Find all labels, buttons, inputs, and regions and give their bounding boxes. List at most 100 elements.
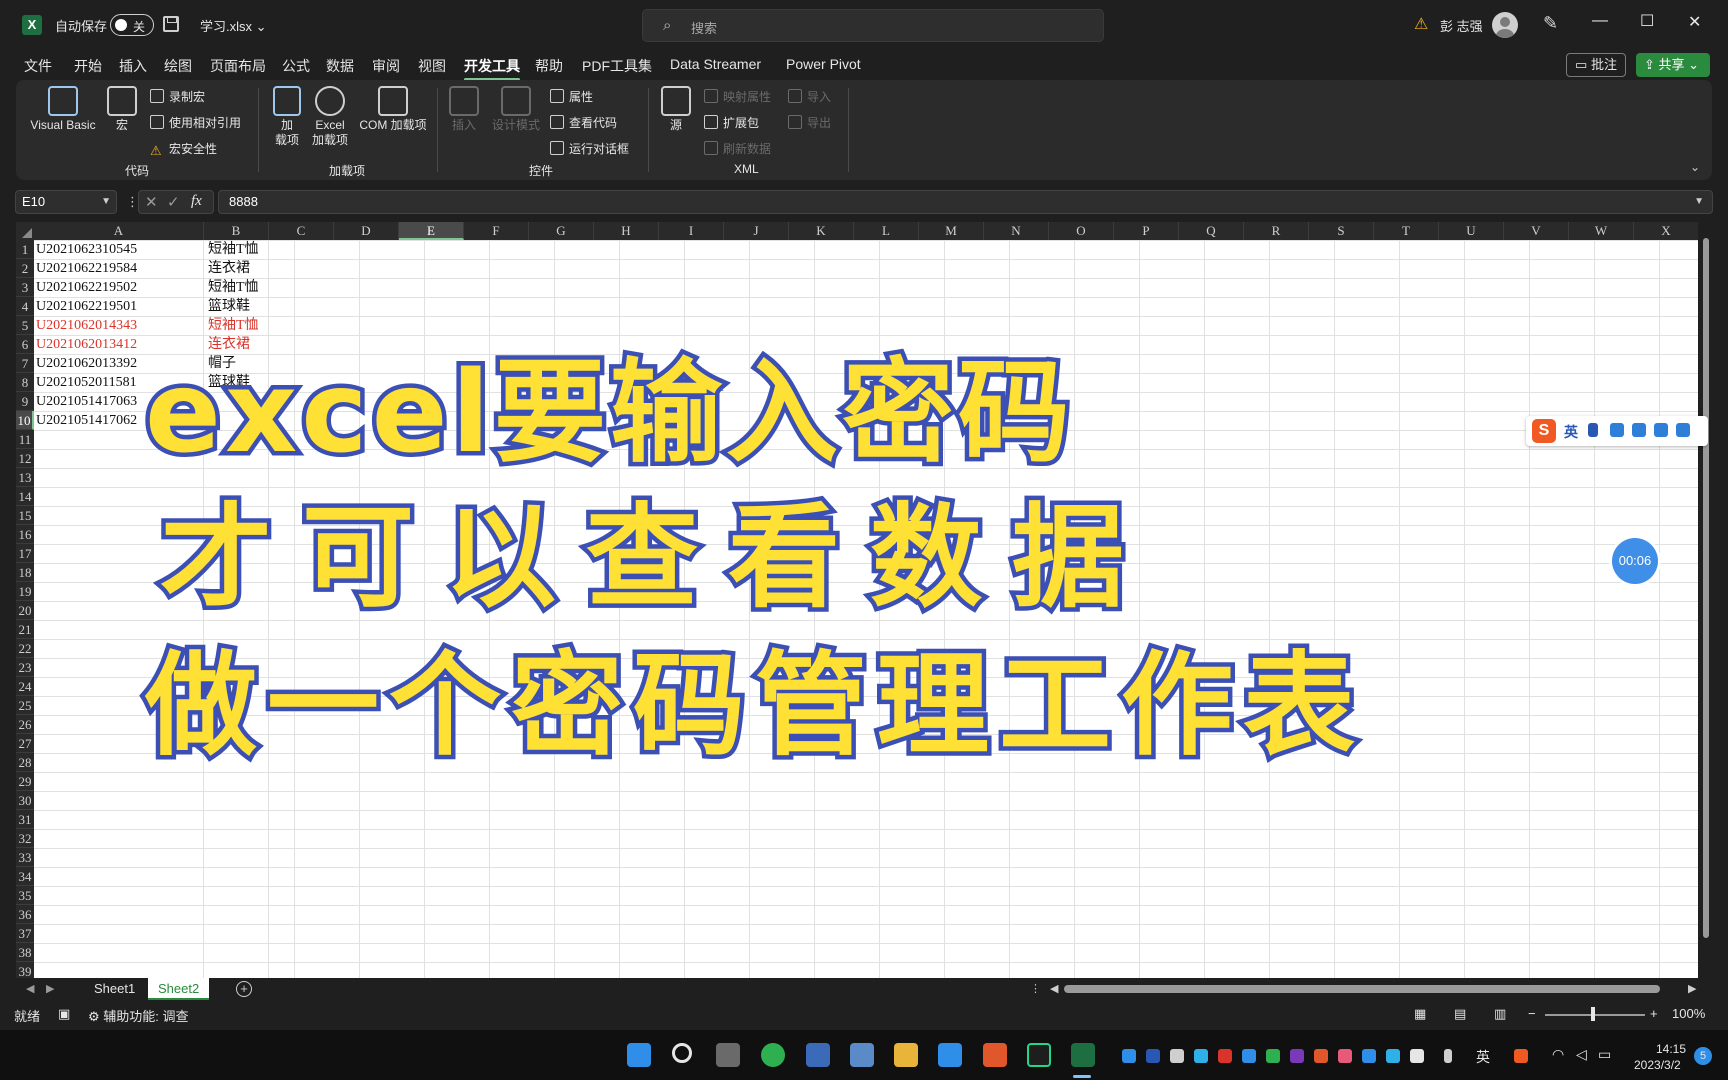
scrollbar-thumb[interactable] [1703, 238, 1709, 938]
next-sheet-icon[interactable]: ▶ [46, 982, 54, 995]
windows-start-icon[interactable] [627, 1043, 651, 1067]
comment-button[interactable]: ▭ 批注 [1566, 53, 1626, 77]
wifi-icon[interactable]: ◠ [1552, 1046, 1564, 1063]
file-explorer-icon[interactable] [894, 1043, 918, 1067]
ime-toolbar[interactable]: S 英 [1526, 416, 1708, 446]
cell-a10[interactable]: U2021051417062 [34, 411, 137, 430]
column-header-h[interactable]: H [594, 222, 659, 240]
scroll-right-icon[interactable]: ▶ [1688, 982, 1696, 995]
toolbox-icon[interactable] [1676, 423, 1690, 437]
media-player-icon[interactable] [983, 1043, 1007, 1067]
macro-record-icon[interactable]: ▣ [58, 1006, 70, 1022]
column-header-m[interactable]: M [919, 222, 984, 240]
keyboard-icon[interactable] [1632, 423, 1646, 437]
confirm-icon[interactable]: ✓ [167, 193, 180, 211]
row-header-35[interactable]: 35 [16, 886, 34, 905]
cell-b1[interactable]: 短袖T恤 [206, 240, 259, 259]
scroll-left-icon[interactable]: ◀ [1050, 982, 1058, 995]
tray-app-icon[interactable] [1386, 1049, 1400, 1063]
sogou-tray-icon[interactable] [1514, 1049, 1528, 1063]
warning-icon[interactable]: ⚠ [1414, 14, 1428, 34]
cell-a4[interactable]: U2021062219501 [34, 297, 137, 316]
xml-import-button[interactable]: 导入 [788, 88, 831, 105]
row-header-30[interactable]: 30 [16, 791, 34, 810]
tray-app-icon[interactable] [1146, 1049, 1160, 1063]
row-header-33[interactable]: 33 [16, 848, 34, 867]
input-language[interactable]: 英 [1476, 1047, 1490, 1067]
zoom-slider-thumb[interactable] [1591, 1007, 1595, 1021]
tab-insert[interactable]: 插入 [119, 56, 147, 76]
refresh-data-button[interactable]: 刷新数据 [704, 140, 771, 157]
column-header-d[interactable]: D [334, 222, 399, 240]
cell-a2[interactable]: U2021062219584 [34, 259, 137, 278]
row-header-14[interactable]: 14 [16, 487, 34, 506]
cell-a9[interactable]: U2021051417063 [34, 392, 137, 411]
row-header-3[interactable]: 3 [16, 278, 34, 297]
row-header-4[interactable]: 4 [16, 297, 34, 316]
cell-a6[interactable]: U2021062013412 [34, 335, 137, 354]
maximize-icon[interactable]: ☐ [1640, 11, 1654, 31]
column-header-q[interactable]: Q [1179, 222, 1244, 240]
autosave-toggle[interactable]: 关 [110, 14, 154, 36]
cell-a1[interactable]: U2021062310545 [34, 240, 137, 259]
tab-pdf-tools[interactable]: PDF工具集 [582, 56, 652, 76]
row-header-19[interactable]: 19 [16, 582, 34, 601]
tab-power-pivot[interactable]: Power Pivot [786, 56, 861, 72]
tray-app-icon[interactable] [1338, 1049, 1352, 1063]
tab-data[interactable]: 数据 [326, 56, 354, 76]
row-header-16[interactable]: 16 [16, 525, 34, 544]
ime-language[interactable]: 英 [1564, 422, 1578, 442]
prev-sheet-icon[interactable]: ◀ [26, 982, 34, 995]
row-header-27[interactable]: 27 [16, 734, 34, 753]
name-box[interactable]: E10 ▼ [15, 190, 117, 214]
pen-icon[interactable]: ✎ [1543, 13, 1558, 34]
view-code-button[interactable]: 查看代码 [550, 114, 617, 131]
row-header-18[interactable]: 18 [16, 563, 34, 582]
cell-a3[interactable]: U2021062219502 [34, 278, 137, 297]
row-header-23[interactable]: 23 [16, 658, 34, 677]
page-layout-view-icon[interactable]: ▤ [1454, 1006, 1466, 1022]
tab-review[interactable]: 审阅 [372, 56, 400, 76]
row-header-11[interactable]: 11 [16, 430, 34, 449]
column-header-v[interactable]: V [1504, 222, 1569, 240]
punctuation-icon[interactable] [1588, 423, 1598, 437]
row-header-38[interactable]: 38 [16, 943, 34, 962]
sheet-tab-sheet1[interactable]: Sheet1 [84, 978, 145, 1000]
more-icon[interactable]: ⋮ [1030, 982, 1041, 995]
row-header-22[interactable]: 22 [16, 639, 34, 658]
row-header-5[interactable]: 5 [16, 316, 34, 335]
close-icon[interactable]: ✕ [1688, 12, 1701, 32]
insert-control-button[interactable]: 插入 [448, 86, 480, 133]
column-header-j[interactable]: J [724, 222, 789, 240]
column-header-r[interactable]: R [1244, 222, 1309, 240]
tray-app-icon[interactable] [1122, 1049, 1136, 1063]
tray-app-icon[interactable] [1170, 1049, 1184, 1063]
row-header-13[interactable]: 13 [16, 468, 34, 487]
clock-date[interactable]: 2023/3/2 [1634, 1058, 1681, 1072]
record-macro-button[interactable]: 录制宏 [150, 88, 205, 105]
column-header-s[interactable]: S [1309, 222, 1374, 240]
column-header-a[interactable]: A [34, 222, 204, 240]
tray-app-icon[interactable] [1242, 1049, 1256, 1063]
battery-icon[interactable]: ▭ [1598, 1046, 1611, 1063]
xml-export-button[interactable]: 导出 [788, 114, 831, 131]
tray-app-icon[interactable] [1194, 1049, 1208, 1063]
zoom-level[interactable]: 100% [1672, 1006, 1705, 1021]
column-header-k[interactable]: K [789, 222, 854, 240]
formula-input[interactable]: 8888 ▼ [218, 190, 1713, 214]
row-header-8[interactable]: 8 [16, 373, 34, 392]
browser-icon[interactable] [761, 1043, 785, 1067]
tray-app-icon[interactable] [1314, 1049, 1328, 1063]
insert-function-icon[interactable]: fx [191, 193, 202, 210]
save-icon[interactable] [163, 16, 179, 32]
tray-app-icon[interactable] [1266, 1049, 1280, 1063]
app-icon[interactable] [938, 1043, 962, 1067]
row-header-25[interactable]: 25 [16, 696, 34, 715]
column-header-t[interactable]: T [1374, 222, 1439, 240]
tab-file[interactable]: 文件 [24, 56, 52, 76]
zoom-out-icon[interactable]: − [1528, 1006, 1536, 1021]
column-header-p[interactable]: P [1114, 222, 1179, 240]
microphone-icon[interactable] [1610, 423, 1624, 437]
row-header-9[interactable]: 9 [16, 392, 34, 411]
row-header-26[interactable]: 26 [16, 715, 34, 734]
